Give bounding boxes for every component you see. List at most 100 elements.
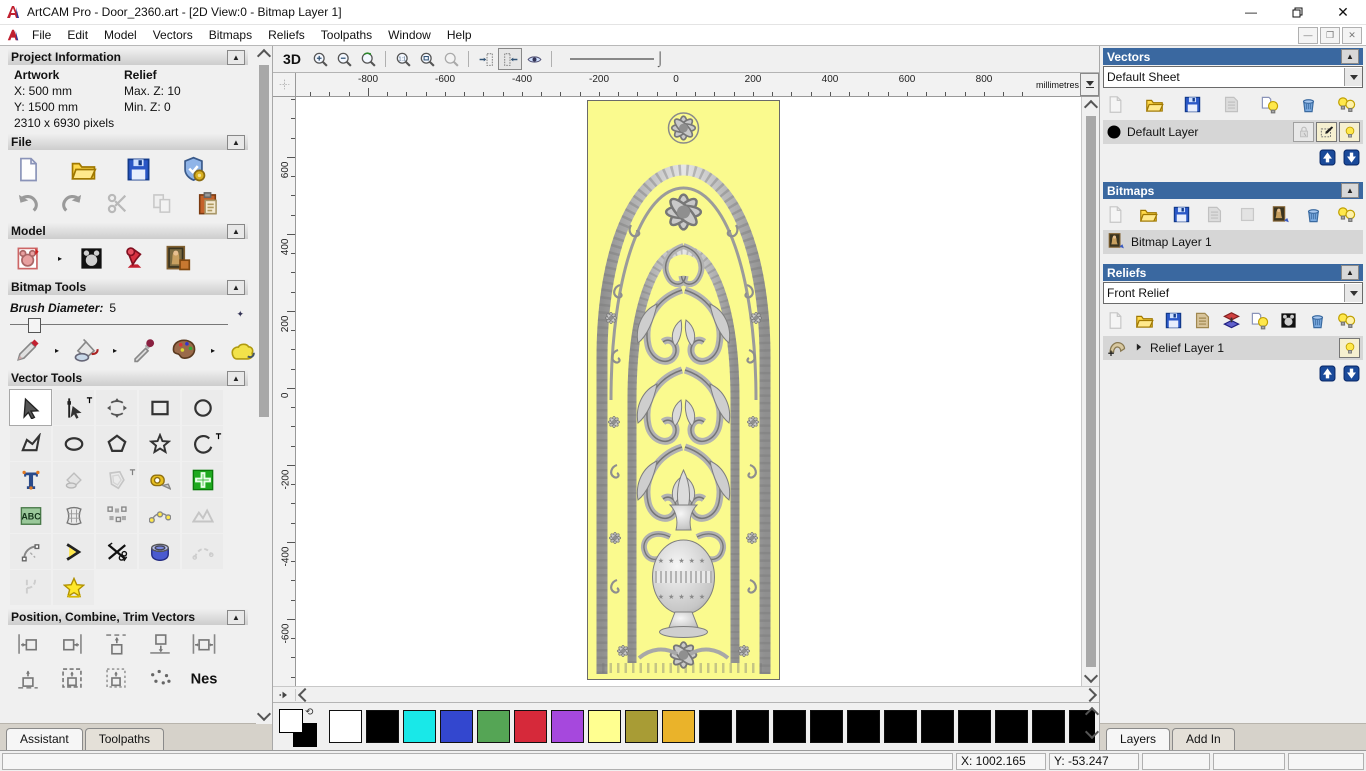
collapse-button[interactable]: ▲ bbox=[1341, 265, 1359, 280]
unwrap-curve-tool[interactable] bbox=[182, 498, 223, 533]
layer-bulb-icon[interactable] bbox=[1342, 124, 1358, 140]
toggle-bulbs-icon[interactable] bbox=[1336, 204, 1357, 225]
palette-swatch-2[interactable] bbox=[403, 710, 436, 743]
down-btn-icon[interactable] bbox=[1342, 148, 1361, 167]
palette-swatch-16[interactable] bbox=[921, 710, 954, 743]
colour-palette-icon[interactable] bbox=[170, 336, 198, 364]
palette-swatch-17[interactable] bbox=[958, 710, 991, 743]
pan-mode-button[interactable] bbox=[273, 688, 296, 701]
lock-layer-icon[interactable] bbox=[1296, 124, 1312, 140]
create-node-curve-tool[interactable] bbox=[139, 498, 180, 533]
zoom-slider[interactable]: ⌡ bbox=[570, 50, 670, 68]
spline-smooth-icon[interactable] bbox=[191, 540, 215, 564]
palette-scroll-up-icon[interactable] bbox=[1084, 706, 1100, 722]
select-vectors-icon[interactable] bbox=[19, 396, 43, 420]
zoom-previous-button[interactable] bbox=[357, 49, 379, 69]
primary-secondary-colour-selector[interactable]: ⟲ bbox=[277, 707, 321, 747]
text-panel-abc-icon[interactable]: ABC bbox=[19, 504, 43, 528]
scroll-left-icon[interactable] bbox=[297, 687, 313, 702]
bitmap-layer-row[interactable]: Bitmap Layer 1 bbox=[1103, 230, 1363, 254]
tab-toolpaths[interactable]: Toolpaths bbox=[84, 728, 165, 750]
section-profile-tool[interactable] bbox=[10, 570, 51, 605]
create-text-tool[interactable] bbox=[10, 462, 51, 497]
tab-assistant[interactable]: Assistant bbox=[6, 728, 83, 750]
menu-vectors[interactable]: Vectors bbox=[145, 26, 201, 44]
section-header-position-combine-trim[interactable]: Position, Combine, Trim Vectors ▲ bbox=[8, 609, 248, 625]
align-top-edge-icon[interactable] bbox=[102, 630, 130, 658]
slider-thumb[interactable] bbox=[28, 318, 41, 333]
scrollbar-thumb[interactable] bbox=[1085, 116, 1096, 667]
toggle-bulbs-icon[interactable] bbox=[1336, 94, 1357, 115]
collapse-button[interactable]: ▲ bbox=[227, 370, 245, 386]
brush-diameter-slider[interactable]: ✦ bbox=[10, 309, 244, 333]
new-relief-icon[interactable] bbox=[1105, 310, 1126, 331]
create-arc-tool[interactable] bbox=[182, 426, 223, 461]
palette-swatch-10[interactable] bbox=[699, 710, 732, 743]
invert-relief-icon[interactable] bbox=[77, 244, 106, 273]
layer-bulb-button[interactable] bbox=[1339, 338, 1360, 358]
zoom-in-icon[interactable] bbox=[311, 50, 330, 69]
layer-name[interactable]: Bitmap Layer 1 bbox=[1131, 235, 1360, 249]
collapse-button[interactable]: ▲ bbox=[227, 223, 245, 239]
sharp-join-icon[interactable] bbox=[62, 540, 86, 564]
model-issues-icon[interactable] bbox=[179, 155, 208, 184]
fill-vector-icon[interactable] bbox=[62, 468, 86, 492]
menu-model[interactable]: Model bbox=[96, 26, 145, 44]
collapse-button[interactable]: ▲ bbox=[227, 134, 245, 150]
set-model-size-icon[interactable] bbox=[14, 244, 43, 273]
menu-reliefs[interactable]: Reliefs bbox=[260, 26, 313, 44]
import-relief-stack-icon[interactable] bbox=[1221, 310, 1242, 331]
sheet-select[interactable]: Default Sheet bbox=[1103, 66, 1363, 88]
palette-swatch-7[interactable] bbox=[588, 710, 621, 743]
section-header-model[interactable]: Model ▲ bbox=[8, 223, 248, 239]
palette-swatch-0[interactable] bbox=[329, 710, 362, 743]
create-polyline-tool[interactable] bbox=[10, 426, 51, 461]
save-file-icon[interactable] bbox=[124, 155, 153, 184]
canvas-horizontal-scrollbar[interactable] bbox=[273, 686, 1099, 702]
greyscale-relief-icon[interactable] bbox=[1278, 310, 1299, 331]
create-rectangle-icon[interactable] bbox=[148, 396, 172, 420]
up-btn-icon[interactable] bbox=[1318, 364, 1337, 383]
create-polygon-tool[interactable] bbox=[96, 426, 137, 461]
scroll-up-icon[interactable] bbox=[1083, 99, 1098, 115]
edit-nodes-icon[interactable] bbox=[62, 396, 92, 420]
canvas-vertical-scrollbar[interactable] bbox=[1081, 97, 1099, 686]
scroll-down-icon[interactable] bbox=[256, 706, 272, 722]
snap-left-icon[interactable] bbox=[477, 50, 496, 69]
2d-view-canvas[interactable]: ★★★★★ ★★★★★ bbox=[296, 97, 1081, 686]
block-copy-icon[interactable] bbox=[105, 504, 129, 528]
open-folder-icon[interactable] bbox=[1138, 204, 1159, 225]
paste-special-icon[interactable] bbox=[191, 468, 215, 492]
trim-pieces-tool[interactable] bbox=[96, 534, 137, 569]
zoom-out-button[interactable] bbox=[333, 49, 355, 69]
star-wizard-tool[interactable] bbox=[53, 570, 94, 605]
import-bitmap-icon[interactable] bbox=[1106, 231, 1126, 251]
dropdown-arrow-icon[interactable] bbox=[1344, 68, 1362, 86]
palette-swatch-12[interactable] bbox=[773, 710, 806, 743]
star-wizard-icon[interactable] bbox=[62, 576, 86, 600]
trim-pieces-icon[interactable] bbox=[105, 540, 129, 564]
edit-pencil-button[interactable] bbox=[1316, 122, 1337, 142]
envelope-distort-tool[interactable] bbox=[53, 498, 94, 533]
select-vectors-tool[interactable] bbox=[9, 389, 52, 426]
zoom-in-button[interactable] bbox=[309, 49, 331, 69]
scroll-down-icon[interactable] bbox=[1083, 668, 1098, 684]
create-arc-icon[interactable] bbox=[191, 432, 221, 456]
load-image-icon[interactable] bbox=[163, 244, 192, 273]
collapse-button[interactable]: ▲ bbox=[227, 49, 245, 65]
menu-file[interactable]: File bbox=[24, 26, 59, 44]
cut-scissors-icon[interactable] bbox=[104, 190, 131, 217]
open-folder-icon[interactable] bbox=[1134, 310, 1155, 331]
blank-bitmap-icon[interactable] bbox=[1237, 204, 1258, 225]
fill-vector-tool[interactable] bbox=[53, 462, 94, 497]
layer-name[interactable]: Relief Layer 1 bbox=[1150, 341, 1334, 355]
relief-layer-row[interactable]: Relief Layer 1 bbox=[1103, 336, 1363, 360]
palette-swatch-6[interactable] bbox=[551, 710, 584, 743]
fit-arcs-icon[interactable] bbox=[19, 540, 43, 564]
centre-dashed-icon[interactable] bbox=[58, 664, 86, 692]
ruler-units-dropdown[interactable] bbox=[1080, 73, 1099, 96]
menu-help[interactable]: Help bbox=[439, 26, 480, 44]
tab-add-in[interactable]: Add In bbox=[1172, 728, 1235, 750]
scrollbar-thumb[interactable] bbox=[259, 65, 269, 417]
bulb-page-icon[interactable] bbox=[1259, 94, 1280, 115]
